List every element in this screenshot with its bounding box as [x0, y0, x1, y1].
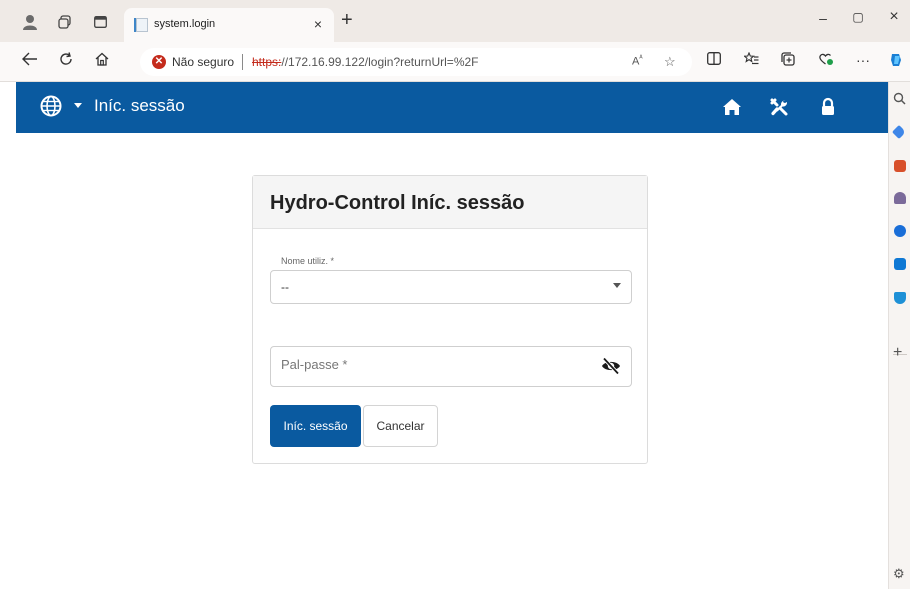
tools-icon[interactable]: [768, 96, 790, 118]
username-select[interactable]: --: [270, 270, 632, 304]
copilot-icon[interactable]: [887, 52, 905, 71]
split-screen-icon[interactable]: [705, 52, 723, 68]
login-card: Hydro-Control Iníc. sessão Nome utiliz. …: [252, 175, 648, 464]
extensions-heart-icon[interactable]: [816, 52, 834, 69]
cancel-button[interactable]: Cancelar: [363, 405, 438, 447]
read-aloud-icon[interactable]: Aᴬ: [632, 55, 643, 68]
page-favicon-icon: [134, 18, 148, 32]
home-button[interactable]: [92, 52, 112, 72]
tab-title: system.login: [154, 18, 216, 30]
sidebar-settings-icon[interactable]: ⚙: [893, 566, 905, 582]
security-label[interactable]: Não seguro: [172, 55, 234, 69]
username-selected-value: --: [281, 280, 289, 294]
search-icon[interactable]: [893, 92, 906, 110]
home-icon[interactable]: [721, 96, 743, 118]
url-scheme: https:: [252, 55, 282, 69]
close-window-button[interactable]: ×: [884, 8, 904, 26]
minimize-button[interactable]: –: [813, 10, 833, 26]
web-page: Iníc. sessão Hydro-Control Iníc. sessão …: [16, 82, 888, 589]
tab-close-button[interactable]: ×: [314, 16, 322, 32]
favorite-star-icon[interactable]: ☆: [664, 54, 676, 70]
maximize-button[interactable]: ▢: [848, 10, 868, 24]
globe-icon[interactable]: [40, 95, 62, 117]
tab-system-login[interactable]: system.login ×: [124, 8, 334, 42]
app-header: Iníc. sessão: [16, 82, 888, 133]
outlook-icon[interactable]: [894, 258, 906, 270]
username-label: Nome utiliz. *: [281, 256, 335, 266]
not-secure-icon[interactable]: ✕: [152, 55, 166, 69]
office-icon[interactable]: [894, 225, 906, 237]
tools-briefcase-icon[interactable]: [894, 160, 906, 172]
favorites-list-icon[interactable]: [742, 51, 760, 68]
collections-icon[interactable]: [779, 52, 797, 69]
app-header-title: Iníc. sessão: [94, 96, 185, 115]
edge-sidebar: + ⚙: [888, 82, 910, 589]
address-separator: [242, 54, 243, 70]
login-card-header: Hydro-Control Iníc. sessão: [253, 176, 647, 229]
add-sidebar-app-icon[interactable]: +: [893, 344, 902, 362]
language-dropdown-caret-icon[interactable]: [74, 103, 82, 108]
login-button[interactable]: Iníc. sessão: [270, 405, 361, 447]
login-card-title: Hydro-Control Iníc. sessão: [270, 192, 525, 214]
title-bar: system.login × + – ▢ ×: [0, 0, 910, 42]
games-icon[interactable]: [894, 192, 906, 204]
eye-slash-icon[interactable]: [601, 357, 621, 375]
tab-actions-icon[interactable]: [90, 12, 110, 32]
shopping-tag-icon[interactable]: [891, 124, 907, 140]
more-options-icon[interactable]: ···: [854, 52, 872, 68]
chevron-down-icon: [613, 283, 621, 288]
url-path: //172.16.99.122/login?returnUrl=%2F: [281, 55, 479, 69]
browser-toolbar: ✕ Não seguro https://172.16.99.122/login…: [0, 42, 910, 82]
profile-icon[interactable]: [20, 12, 40, 32]
send-icon[interactable]: [894, 292, 906, 304]
url-text[interactable]: https://172.16.99.122/login?returnUrl=%2…: [252, 55, 479, 69]
lock-icon[interactable]: [817, 96, 839, 118]
password-label: Pal-passe *: [281, 357, 348, 372]
workspaces-icon[interactable]: [55, 12, 75, 32]
new-tab-button[interactable]: +: [341, 10, 353, 30]
password-field[interactable]: Pal-passe *: [270, 346, 632, 387]
address-bar[interactable]: ✕ Não seguro https://172.16.99.122/login…: [140, 48, 692, 76]
browser-window: system.login × + – ▢ × ✕ Não seguro http…: [0, 0, 910, 589]
refresh-button[interactable]: [56, 52, 76, 72]
back-button[interactable]: [20, 52, 40, 72]
